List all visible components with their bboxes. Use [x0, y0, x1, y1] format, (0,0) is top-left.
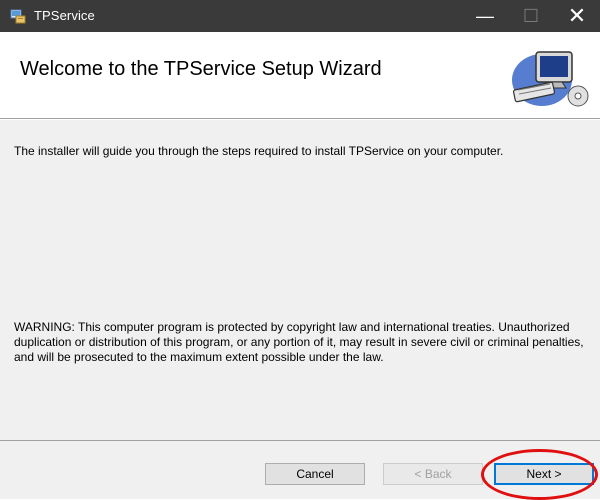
minimize-icon: —	[476, 5, 494, 26]
maximize-button[interactable]: ☐	[508, 0, 554, 32]
intro-text: The installer will guide you through the…	[14, 144, 504, 158]
title-bar[interactable]: TPService — ☐ ✕	[0, 0, 600, 32]
maximize-icon: ☐	[522, 5, 540, 26]
page-title: Welcome to the TPService Setup Wizard	[20, 58, 382, 80]
wizard-body: The installer will guide you through the…	[0, 120, 600, 440]
wizard-header: Welcome to the TPService Setup Wizard	[0, 32, 600, 118]
copyright-warning-text: WARNING: This computer program is protec…	[14, 320, 584, 364]
installer-app-icon	[10, 9, 26, 24]
close-icon: ✕	[567, 3, 587, 28]
back-button[interactable]: < Back	[383, 463, 483, 485]
close-button[interactable]: ✕	[554, 0, 600, 32]
setup-wizard-window: TPService — ☐ ✕ Welcome to the TPService…	[0, 0, 600, 500]
next-button-highlight-circle	[481, 449, 598, 500]
window-title: TPService	[34, 8, 95, 23]
minimize-button[interactable]: —	[462, 0, 508, 32]
computer-setup-icon	[512, 51, 589, 107]
cancel-button[interactable]: Cancel	[265, 463, 365, 485]
